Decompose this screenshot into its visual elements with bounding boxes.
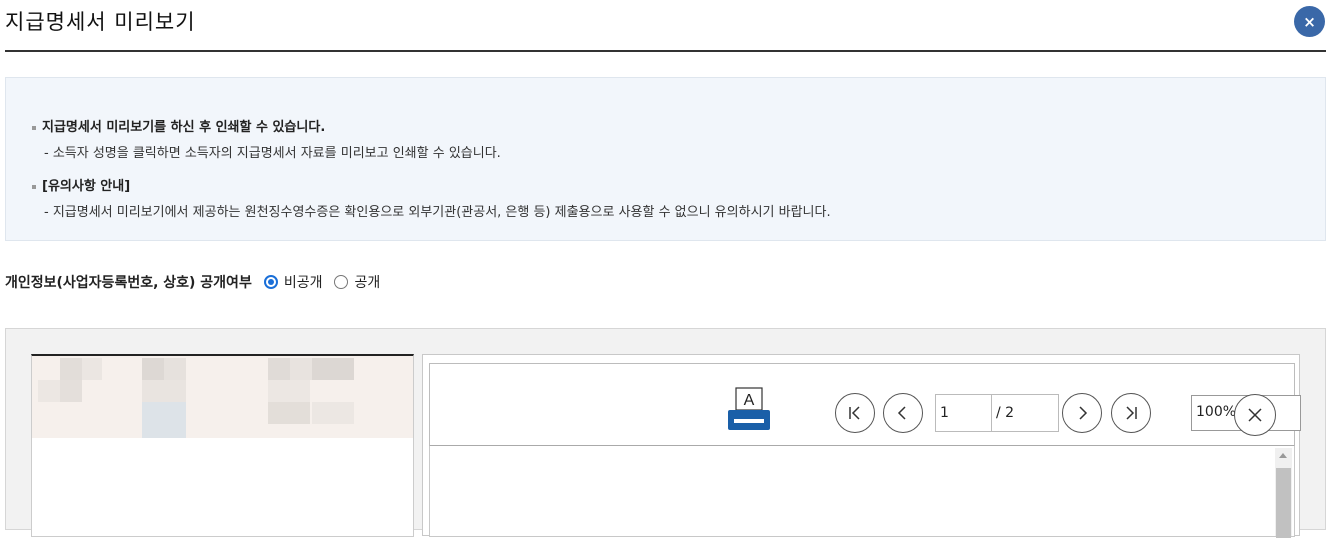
- radio-private[interactable]: [263, 275, 278, 289]
- notice-text: - 지급명세서 미리보기에서 제공하는 원천징수영수증은 확인용으로 외부기관(…: [44, 205, 831, 220]
- title-divider: [5, 50, 1326, 52]
- next-page-icon: [1079, 406, 1088, 420]
- svg-text:A: A: [744, 392, 755, 409]
- scrollbar-thumb[interactable]: [1276, 468, 1291, 538]
- document-area: [429, 445, 1295, 538]
- scroll-up-icon[interactable]: [1279, 453, 1287, 458]
- prev-page-icon: [897, 406, 906, 420]
- report-viewer-panel: A 1 / 2 100%: [422, 354, 1301, 538]
- vertical-scrollbar[interactable]: [1275, 448, 1292, 538]
- last-page-button[interactable]: [1111, 393, 1151, 433]
- dialog-close-button[interactable]: ×: [1294, 6, 1325, 37]
- current-page-input[interactable]: 1: [935, 394, 992, 432]
- notice-heading: [유의사항 안내]: [32, 175, 130, 194]
- radio-private-label[interactable]: 비공개: [284, 272, 323, 292]
- first-page-icon: [849, 406, 860, 420]
- privacy-option-row: 개인정보(사업자등록번호, 상호) 공개여부 비공개 공개: [5, 272, 380, 292]
- info-box: 지급명세서 미리보기를 하신 후 인쇄할 수 있습니다. - 소득자 성명을 클…: [5, 77, 1326, 241]
- last-page-icon: [1126, 406, 1137, 420]
- print-icon: A: [728, 387, 770, 430]
- viewer-toolbar: A 1 / 2 100%: [429, 363, 1301, 446]
- privacy-label: 개인정보(사업자등록번호, 상호) 공개여부: [5, 275, 252, 291]
- bullet-icon: [32, 184, 36, 189]
- recipient-list-panel: [31, 354, 414, 537]
- bullet-icon: [32, 125, 36, 130]
- prev-page-button[interactable]: [883, 393, 923, 433]
- first-page-button[interactable]: [835, 393, 875, 433]
- viewer-close-button[interactable]: [1234, 394, 1276, 436]
- redacted-list-content: [32, 356, 413, 438]
- close-icon: ×: [1303, 12, 1316, 31]
- next-page-button[interactable]: [1062, 393, 1102, 433]
- info-text: - 소득자 성명을 클릭하면 소득자의 지급명세서 자료를 미리보고 인쇄할 수…: [44, 146, 501, 161]
- print-button[interactable]: A: [726, 386, 772, 432]
- radio-public[interactable]: [334, 275, 349, 289]
- dialog-title: 지급명세서 미리보기: [5, 10, 196, 34]
- close-icon: [1248, 408, 1262, 422]
- radio-public-label[interactable]: 공개: [354, 272, 380, 292]
- total-pages: / 2: [991, 394, 1059, 432]
- info-heading: 지급명세서 미리보기를 하신 후 인쇄할 수 있습니다.: [32, 116, 325, 135]
